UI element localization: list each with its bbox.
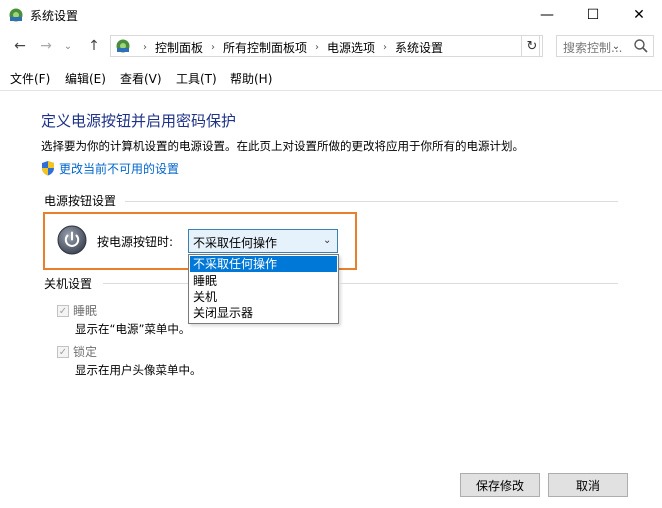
address-bar[interactable]: › 控制面板 › 所有控制面板项 › 电源选项 › 系统设置 ⌄ — [110, 35, 620, 58]
dropdown-option[interactable]: 不采取任何操作 — [190, 256, 337, 272]
power-icon — [57, 225, 87, 255]
section-title-power-button: 电源按钮设置 — [44, 194, 117, 208]
menu-help[interactable]: 帮助(H) — [230, 70, 272, 87]
control-panel-icon — [9, 8, 23, 22]
search-placeholder: 搜索控制... — [563, 41, 623, 55]
window-title: 系统设置 — [30, 9, 79, 23]
close-button[interactable]: ✕ — [616, 0, 662, 30]
sleep-checkbox-label: 睡眠 — [73, 304, 98, 318]
divider — [339, 283, 618, 284]
sleep-checkbox[interactable]: ✓ — [57, 305, 69, 317]
back-icon[interactable]: ← — [10, 36, 30, 56]
refresh-button[interactable]: ↻ — [521, 35, 543, 57]
power-action-select[interactable]: 不采取任何操作 ⌄ — [188, 229, 338, 253]
page-title: 定义电源按钮并启用密码保护 — [41, 112, 237, 130]
sleep-description: 显示在“电源”菜单中。 — [75, 322, 191, 336]
breadcrumb-item[interactable]: 控制面板 — [155, 39, 203, 56]
search-icon[interactable] — [633, 38, 649, 54]
uac-shield-icon — [42, 161, 54, 176]
breadcrumb-separator: › — [143, 41, 147, 53]
menu-tools[interactable]: 工具(T) — [176, 70, 217, 87]
breadcrumb: › 控制面板 › 所有控制面板项 › 电源选项 › 系统设置 — [135, 36, 443, 58]
breadcrumb-separator: › — [211, 41, 216, 53]
change-settings-link[interactable]: 更改当前不可用的设置 — [41, 160, 179, 176]
dropdown-option[interactable]: 睡眠 — [190, 273, 337, 289]
menu-view[interactable]: 查看(V) — [120, 70, 162, 87]
change-settings-link-label[interactable]: 更改当前不可用的设置 — [59, 160, 179, 177]
breadcrumb-separator: › — [383, 41, 388, 53]
control-panel-icon — [116, 39, 130, 53]
dropdown-option[interactable]: 关闭显示器 — [190, 305, 337, 321]
power-button-label: 按电源按钮时: — [97, 235, 174, 249]
select-value: 不采取任何操作 — [193, 236, 278, 250]
menu-bar: 文件(F) 编辑(E) 查看(V) 工具(T) 帮助(H) — [0, 66, 662, 88]
lock-description: 显示在用户头像菜单中。 — [75, 363, 202, 377]
divider — [0, 90, 662, 91]
breadcrumb-separator: › — [315, 41, 320, 53]
up-icon[interactable]: ↑ — [84, 36, 104, 56]
lock-checkbox-label: 锁定 — [73, 345, 98, 359]
divider — [125, 201, 618, 202]
dropdown-list: 不采取任何操作 睡眠 关机 关闭显示器 — [188, 254, 339, 324]
page-description: 选择要为你的计算机设置的电源设置。在此页上对设置所做的更改将应用于你所有的电源计… — [41, 139, 524, 153]
section-title-shutdown: 关机设置 — [44, 277, 93, 291]
title-bar: 系统设置 — ☐ ✕ — [0, 0, 662, 30]
chevron-down-icon: ⌄ — [323, 235, 332, 246]
divider — [103, 283, 188, 284]
save-button[interactable]: 保存修改 — [460, 473, 540, 497]
breadcrumb-item[interactable]: 电源选项 — [327, 39, 375, 56]
menu-edit[interactable]: 编辑(E) — [65, 70, 106, 87]
forward-icon[interactable]: → — [36, 36, 56, 56]
search-input[interactable]: 搜索控制... — [556, 35, 654, 57]
lock-checkbox[interactable]: ✓ — [57, 346, 69, 358]
dropdown-option[interactable]: 关机 — [190, 289, 337, 305]
recent-locations-icon[interactable]: ⌄ — [58, 36, 78, 56]
breadcrumb-item[interactable]: 系统设置 — [395, 39, 443, 56]
menu-file[interactable]: 文件(F) — [10, 70, 50, 87]
minimize-button[interactable]: — — [524, 0, 570, 30]
cancel-button[interactable]: 取消 — [548, 473, 628, 497]
maximize-button[interactable]: ☐ — [570, 0, 616, 30]
breadcrumb-item[interactable]: 所有控制面板项 — [223, 39, 307, 56]
